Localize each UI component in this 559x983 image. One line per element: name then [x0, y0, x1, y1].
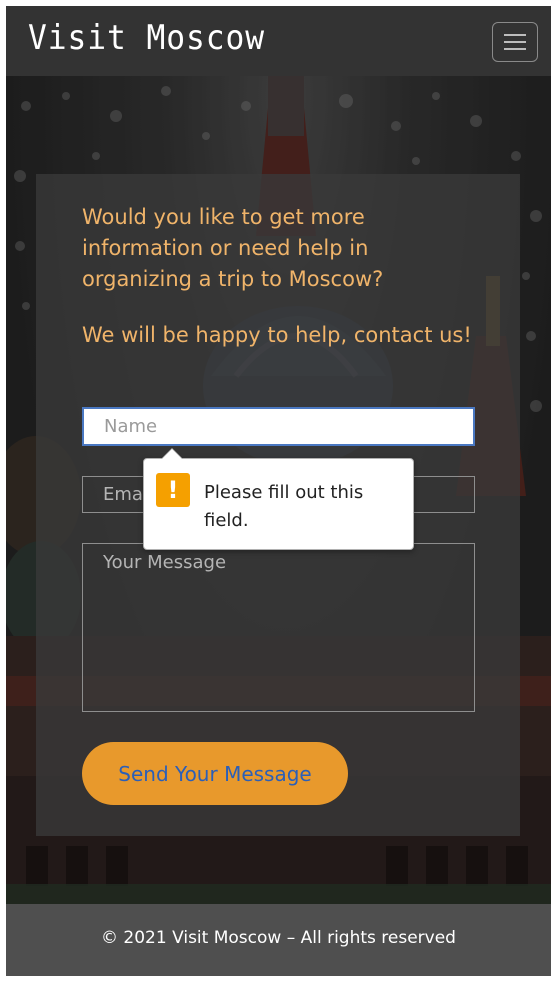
intro-offer: We will be happy to help, contact us!: [82, 323, 472, 347]
intro-question: Would you like to get more information o…: [82, 205, 384, 291]
warning-icon: !: [156, 473, 190, 507]
hamburger-menu-icon: [504, 34, 526, 36]
page-frame: Visit Moscow Would you like to get more …: [6, 6, 551, 976]
validation-message: Please fill out this field.: [204, 482, 364, 531]
navbar: Visit Moscow: [6, 6, 551, 76]
validation-tooltip: ! Please fill out this field.: [143, 448, 414, 550]
footer-copyright: © 2021 Visit Moscow – All rights reserve…: [101, 928, 456, 948]
name-input[interactable]: [82, 407, 475, 446]
footer: © 2021 Visit Moscow – All rights reserve…: [6, 904, 551, 976]
brand-logo-text[interactable]: Visit Moscow: [28, 18, 265, 58]
menu-toggle-button[interactable]: [492, 22, 538, 62]
send-message-button[interactable]: Send Your Message: [82, 742, 348, 805]
message-textarea[interactable]: [82, 543, 475, 712]
